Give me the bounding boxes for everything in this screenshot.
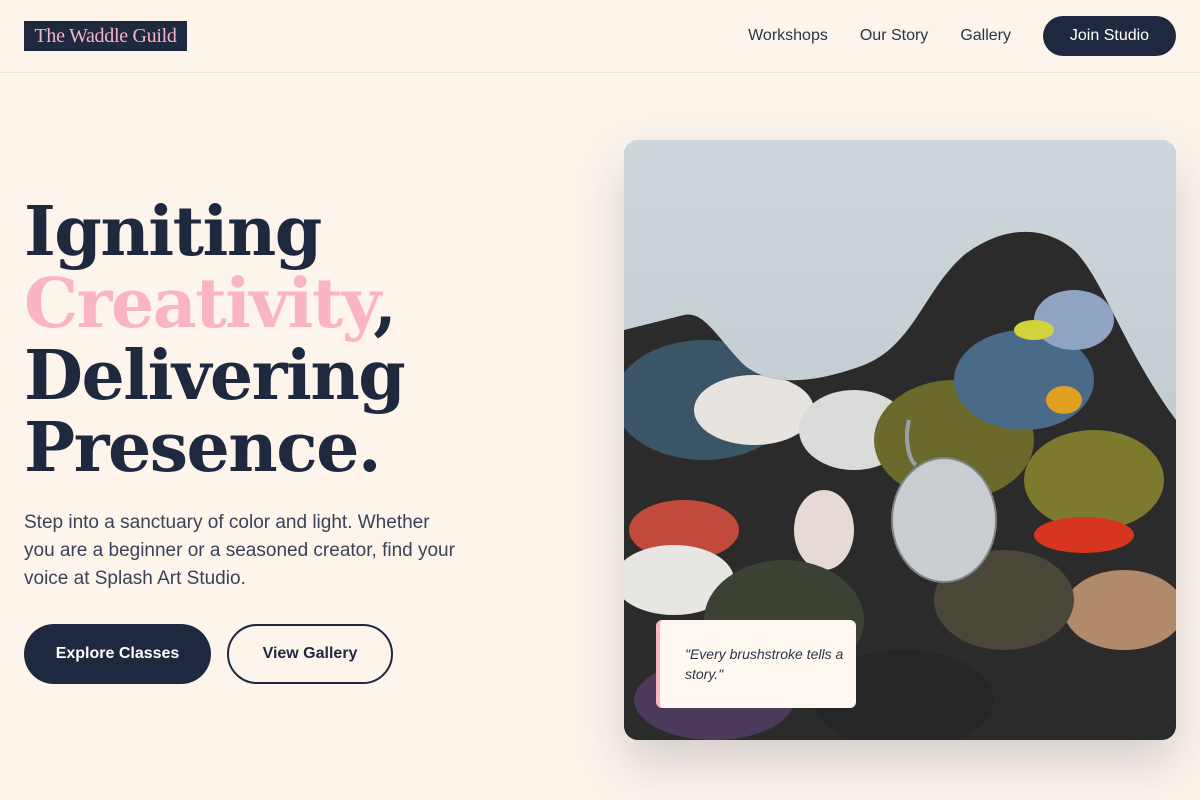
main-nav: Workshops Our Story Gallery Join Studio bbox=[748, 16, 1176, 56]
nav-link-gallery[interactable]: Gallery bbox=[960, 27, 1011, 45]
hero-description: Step into a sanctuary of color and light… bbox=[24, 512, 455, 589]
headline-line-1: Igniting bbox=[24, 192, 322, 272]
headline-accent: Creativity bbox=[24, 264, 375, 344]
headline-line-3: Delivering bbox=[24, 336, 406, 416]
logo[interactable]: The Waddle Guild bbox=[24, 21, 187, 51]
nav-link-workshops[interactable]: Workshops bbox=[748, 27, 828, 45]
headline-comma: , bbox=[373, 264, 397, 344]
hero-headline: Igniting Creativity, Delivering Presence… bbox=[24, 196, 584, 484]
nav-link-our-story[interactable]: Our Story bbox=[860, 27, 928, 45]
view-gallery-button[interactable]: View Gallery bbox=[227, 624, 393, 684]
join-studio-button[interactable]: Join Studio bbox=[1043, 16, 1176, 56]
quote-card: "Every brushstroke tells a story." bbox=[656, 620, 856, 708]
explore-classes-button[interactable]: Explore Classes bbox=[24, 624, 211, 684]
site-header: The Waddle Guild Workshops Our Story Gal… bbox=[0, 0, 1200, 73]
headline-line-4: Presence. bbox=[24, 408, 382, 488]
